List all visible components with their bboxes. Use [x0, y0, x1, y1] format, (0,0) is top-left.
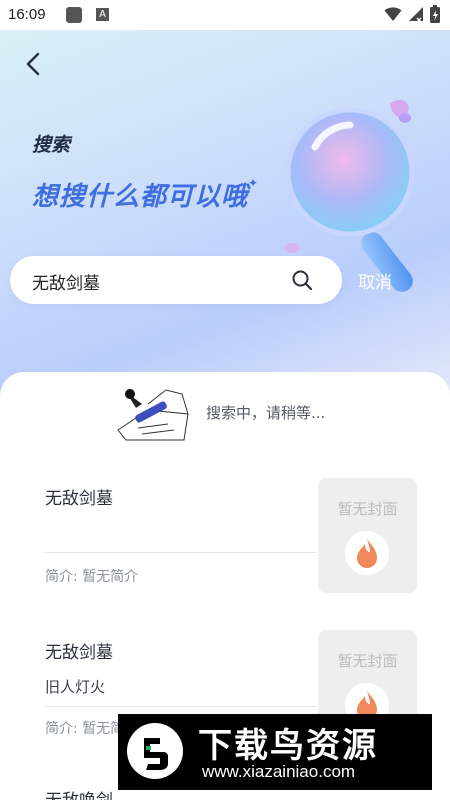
search-input[interactable]: [30, 256, 284, 306]
search-header: 搜索 想搜什么都可以哦 ✦ 取消: [0, 30, 450, 400]
watermark-url: www.xiazainiao.com: [202, 762, 356, 781]
book-title: 无敌唤剑: [45, 786, 113, 800]
back-icon[interactable]: [22, 50, 46, 78]
book-intro: 简介: 暂无简介: [45, 569, 139, 585]
searching-illustration: [117, 389, 189, 441]
card-divider: [45, 706, 317, 707]
book-title: 无敌剑墓: [45, 489, 113, 509]
notification-icon: [66, 7, 82, 23]
battery-icon: [430, 5, 440, 23]
status-bar: 16:09 A: [0, 0, 450, 30]
wifi-icon: [384, 7, 402, 21]
sparkle-icon: ✦: [248, 176, 259, 190]
signal-icon: [409, 7, 423, 22]
book-title: 无敌剑墓: [45, 643, 113, 663]
status-icons: [384, 5, 440, 23]
cancel-button[interactable]: 取消: [358, 268, 392, 293]
status-time: 16:09: [8, 6, 46, 23]
watermark-title: 下载鸟资源: [198, 726, 378, 766]
book-cover-placeholder: 暂无封面: [318, 478, 417, 593]
bird-logo-icon: [127, 723, 183, 779]
book-author: 旧人灯火: [45, 678, 106, 696]
site-watermark: 下载鸟资源 www.xiazainiao.com: [118, 714, 432, 790]
card-divider: [45, 552, 317, 553]
search-box[interactable]: [10, 256, 342, 306]
search-icon[interactable]: [291, 269, 313, 291]
cover-placeholder-text: 暂无封面: [337, 652, 398, 670]
app-logo-icon: [345, 531, 389, 575]
loading-status: 搜索中，请稍等...: [206, 404, 326, 422]
search-slogan: 想搜什么都可以哦: [32, 182, 249, 212]
result-card[interactable]: 无敌剑墓 简介: 暂无简介 暂无封面: [45, 478, 417, 594]
search-heading: 搜索: [32, 134, 71, 156]
app-notification-icon: A: [96, 8, 109, 21]
cover-placeholder-text: 暂无封面: [337, 500, 398, 518]
